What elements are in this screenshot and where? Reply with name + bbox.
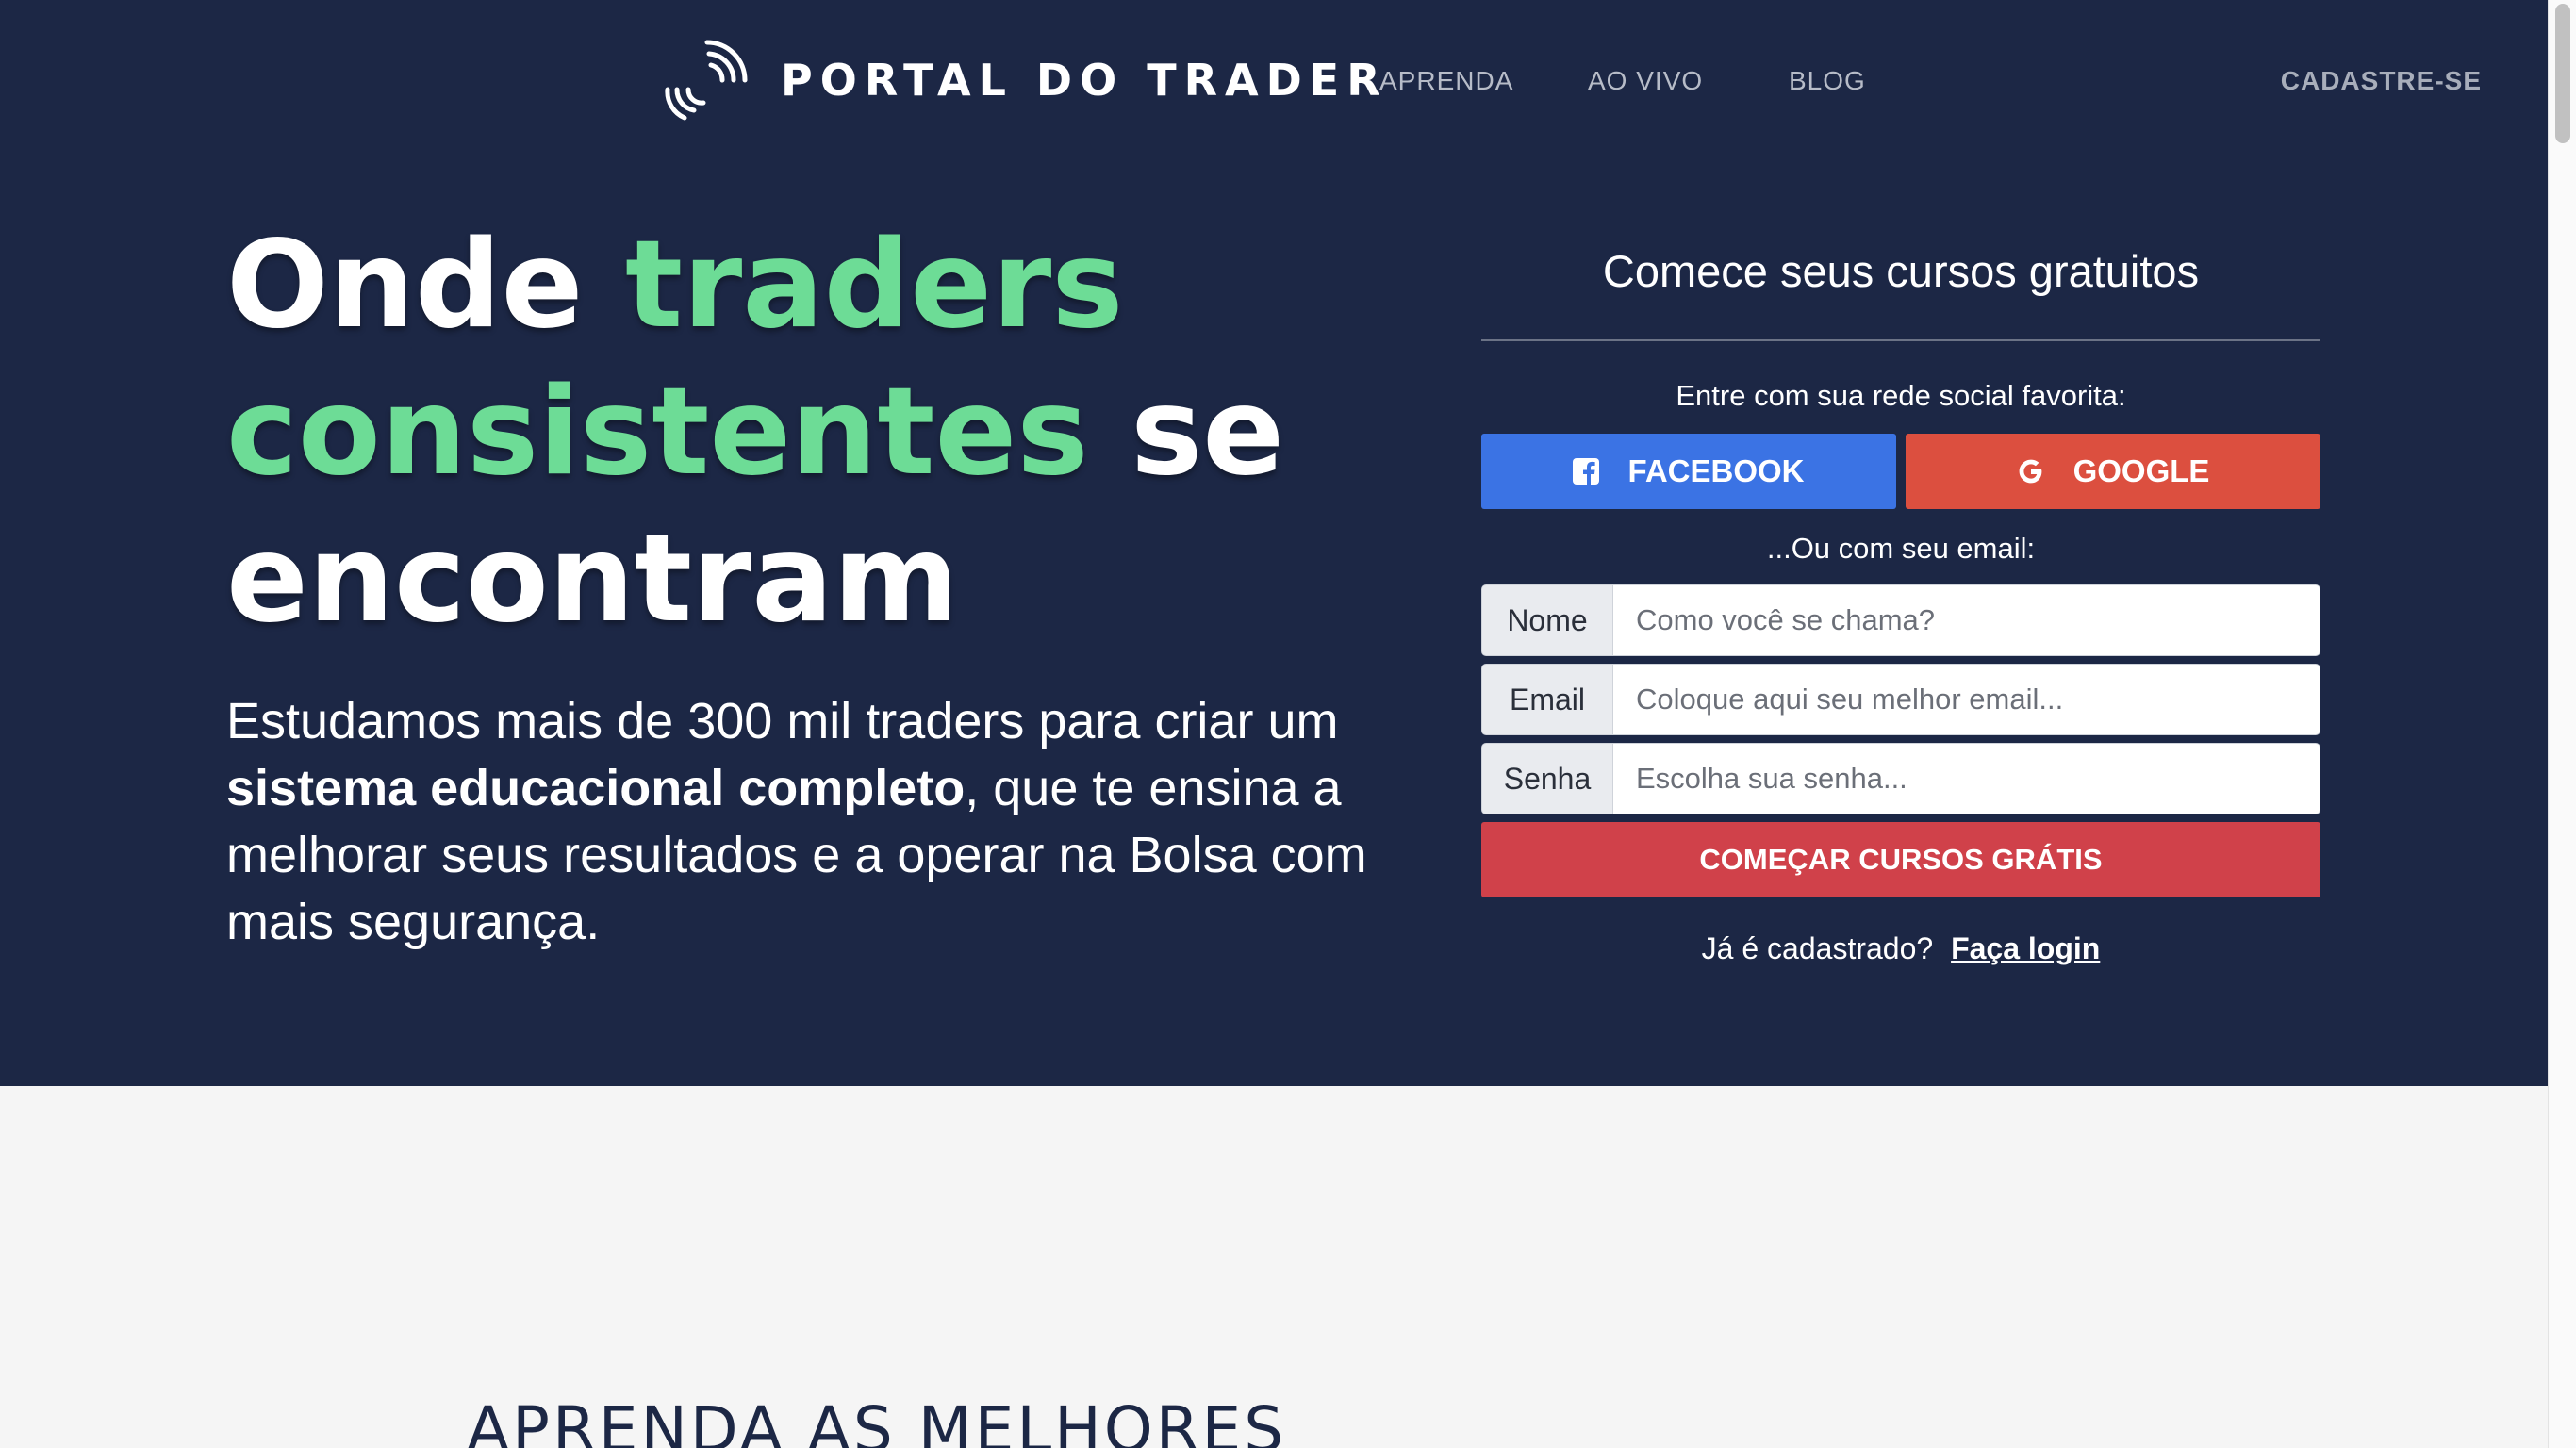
google-icon bbox=[2017, 457, 2045, 485]
signup-form: Comece seus cursos gratuitos Entre com s… bbox=[1481, 243, 2320, 966]
password-field-label: Senha bbox=[1481, 743, 1613, 814]
section-title: APRENDA AS MELHORES bbox=[467, 1393, 1287, 1448]
password-input[interactable] bbox=[1613, 743, 2320, 814]
facebook-button-label: FACEBOOK bbox=[1627, 453, 1805, 488]
name-field-row: Nome bbox=[1481, 584, 2320, 656]
form-divider bbox=[1481, 339, 2320, 341]
login-prompt: Já é cadastrado? bbox=[1701, 931, 1934, 965]
signal-waves-icon bbox=[665, 40, 748, 121]
email-field-label: Email bbox=[1481, 664, 1613, 735]
facebook-icon bbox=[1573, 458, 1600, 485]
hero-subtext: Estudamos mais de 300 mil traders para c… bbox=[226, 688, 1452, 956]
scrollbar-thumb[interactable] bbox=[2555, 4, 2570, 143]
nav-blog[interactable]: BLOG bbox=[1789, 66, 1866, 96]
login-line: Já é cadastrado? Faça login bbox=[1481, 931, 2320, 966]
signup-link[interactable]: CADASTRE-SE bbox=[2281, 66, 2482, 96]
headline-text: Onde bbox=[226, 215, 625, 355]
headline-text: encontram bbox=[226, 509, 959, 650]
page: PORTAL DO TRADER APRENDA AO VIVO BLOG CA… bbox=[0, 0, 2548, 1448]
form-title: Comece seus cursos gratuitos bbox=[1602, 246, 2200, 296]
email-field-row: Email bbox=[1481, 664, 2320, 735]
logo[interactable]: PORTAL DO TRADER bbox=[660, 28, 1388, 132]
name-field-label: Nome bbox=[1481, 584, 1613, 656]
hero-section: PORTAL DO TRADER APRENDA AO VIVO BLOG CA… bbox=[0, 0, 2548, 1086]
login-link[interactable]: Faça login bbox=[1951, 931, 2100, 965]
subtext-part: Estudamos mais de 300 mil traders para c… bbox=[226, 693, 1339, 749]
scrollbar[interactable] bbox=[2548, 0, 2576, 1448]
name-input[interactable] bbox=[1613, 584, 2320, 656]
nav-aprenda[interactable]: APRENDA bbox=[1379, 66, 1513, 96]
nav-ao-vivo[interactable]: AO VIVO bbox=[1588, 66, 1703, 96]
email-label: ...Ou com seu email: bbox=[1766, 532, 2036, 565]
password-field-row: Senha bbox=[1481, 743, 2320, 814]
headline-text: se bbox=[1088, 362, 1285, 502]
email-input[interactable] bbox=[1613, 664, 2320, 735]
google-button-label: GOOGLE bbox=[2072, 453, 2210, 488]
headline-highlight: traders bbox=[624, 215, 1124, 355]
social-label: Entre com sua rede social favorita: bbox=[1676, 379, 2126, 412]
social-buttons: FACEBOOK GOOGLE bbox=[1481, 434, 2320, 509]
hero-headline: Onde traders consistentes se encontram bbox=[226, 212, 1452, 653]
subtext-bold: sistema educacional completo bbox=[226, 760, 966, 816]
facebook-button[interactable]: FACEBOOK bbox=[1481, 434, 1896, 509]
headline-highlight: consistentes bbox=[226, 362, 1089, 502]
google-button[interactable]: GOOGLE bbox=[1906, 434, 2320, 509]
start-courses-button[interactable]: COMEÇAR CURSOS GRÁTIS bbox=[1481, 822, 2320, 897]
logo-text: PORTAL DO TRADER bbox=[781, 55, 1388, 106]
